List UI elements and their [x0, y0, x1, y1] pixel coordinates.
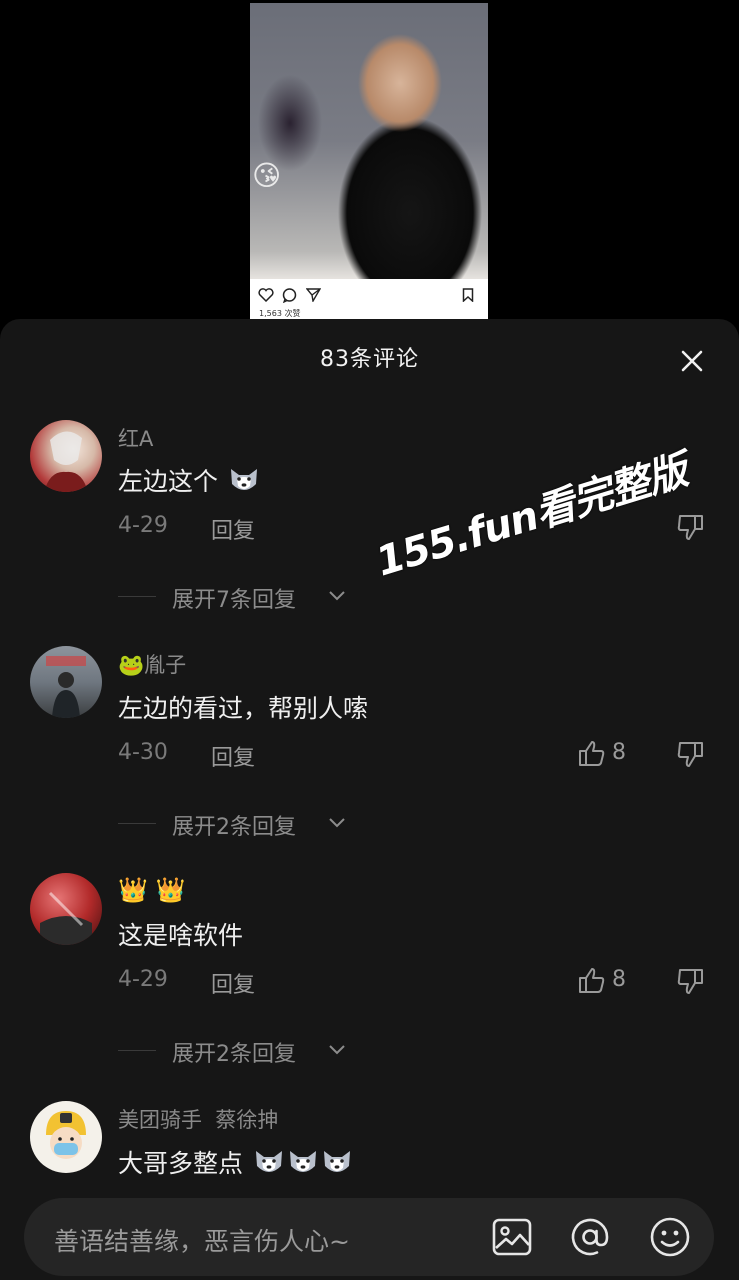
- comment-text: 左边这个: [118, 462, 260, 498]
- thumbs-down-icon[interactable]: [676, 739, 706, 769]
- comment-input-bar[interactable]: 善语结善缘，恶言伤人心~: [24, 1198, 714, 1276]
- avatar-illustration: [40, 891, 92, 945]
- comment-text: 左边的看过，帮别人嗦: [118, 694, 369, 723]
- close-icon[interactable]: [676, 345, 708, 377]
- chevron-down-icon: [329, 591, 345, 601]
- kiss-emoji-sticker: 😘: [252, 159, 282, 192]
- comment-text-body: 大哥多整点: [118, 1149, 244, 1178]
- bookmark-icon: [462, 288, 474, 302]
- avatar-illustration: [46, 1111, 86, 1159]
- comment-username[interactable]: 🐸胤子: [118, 649, 186, 679]
- thumbs-up-icon[interactable]: [576, 739, 606, 769]
- preview-like-count: 1,563 次赞: [259, 309, 301, 318]
- comment-username[interactable]: 红A: [118, 423, 153, 453]
- emoji-smile-icon[interactable]: [648, 1215, 692, 1259]
- reply-button[interactable]: 回复: [211, 740, 255, 772]
- comment-username[interactable]: 美团骑手 蔡徐抻: [118, 1104, 278, 1134]
- share-send-icon: [306, 288, 321, 302]
- reply-button[interactable]: 回复: [211, 513, 255, 545]
- comment-username-text: 胤子: [144, 653, 187, 677]
- expand-replies-label: 展开7条回复: [172, 588, 296, 613]
- expand-replies-label: 展开2条回复: [172, 815, 296, 840]
- reply-button[interactable]: 回复: [211, 967, 255, 999]
- expand-divider: [118, 596, 156, 597]
- expand-replies-label: 展开2条回复: [172, 1042, 296, 1067]
- at-mention-icon[interactable]: [568, 1215, 612, 1259]
- comment-text: 这是啥软件: [118, 921, 244, 950]
- like-count: 8: [612, 967, 626, 992]
- frog-emoji-icon: 🐸: [118, 653, 145, 677]
- expand-divider: [118, 1050, 156, 1051]
- comment-text: 大哥多整点: [118, 1144, 353, 1180]
- like-count: 8: [612, 740, 626, 765]
- video-preview[interactable]: 😘 1,563 次赞: [250, 3, 488, 319]
- avatar-illustration: [46, 656, 86, 718]
- image-icon[interactable]: [490, 1215, 534, 1259]
- heart-icon: [258, 288, 274, 302]
- comment-count-title: 83条评论: [320, 347, 419, 372]
- thumbs-down-icon[interactable]: [676, 966, 706, 996]
- avatar[interactable]: [30, 646, 102, 718]
- video-thumbnail: [250, 3, 488, 279]
- comment-username[interactable]: 👑 👑: [118, 876, 185, 904]
- husky-emoji-icon: [230, 469, 257, 490]
- avatar[interactable]: [30, 1101, 102, 1173]
- comment-date: 4-30: [118, 740, 168, 765]
- husky-emoji-icon: [289, 1151, 316, 1172]
- thumbs-down-icon[interactable]: [676, 512, 706, 542]
- chevron-down-icon: [329, 1045, 345, 1055]
- comment-bubble-icon: [282, 288, 297, 303]
- avatar[interactable]: [30, 873, 102, 945]
- husky-emoji-icon: [323, 1151, 350, 1172]
- expand-divider: [118, 823, 156, 824]
- avatar[interactable]: [30, 420, 102, 492]
- avatar-illustration: [44, 431, 88, 492]
- chevron-down-icon: [329, 818, 345, 828]
- comment-text-body: 左边这个: [118, 467, 219, 496]
- comment-date: 4-29: [118, 513, 168, 538]
- husky-emoji-icon: [255, 1151, 282, 1172]
- thumbs-up-icon[interactable]: [576, 966, 606, 996]
- comment-date: 4-29: [118, 967, 168, 992]
- comment-input-placeholder: 善语结善缘，恶言伤人心~: [54, 1227, 350, 1256]
